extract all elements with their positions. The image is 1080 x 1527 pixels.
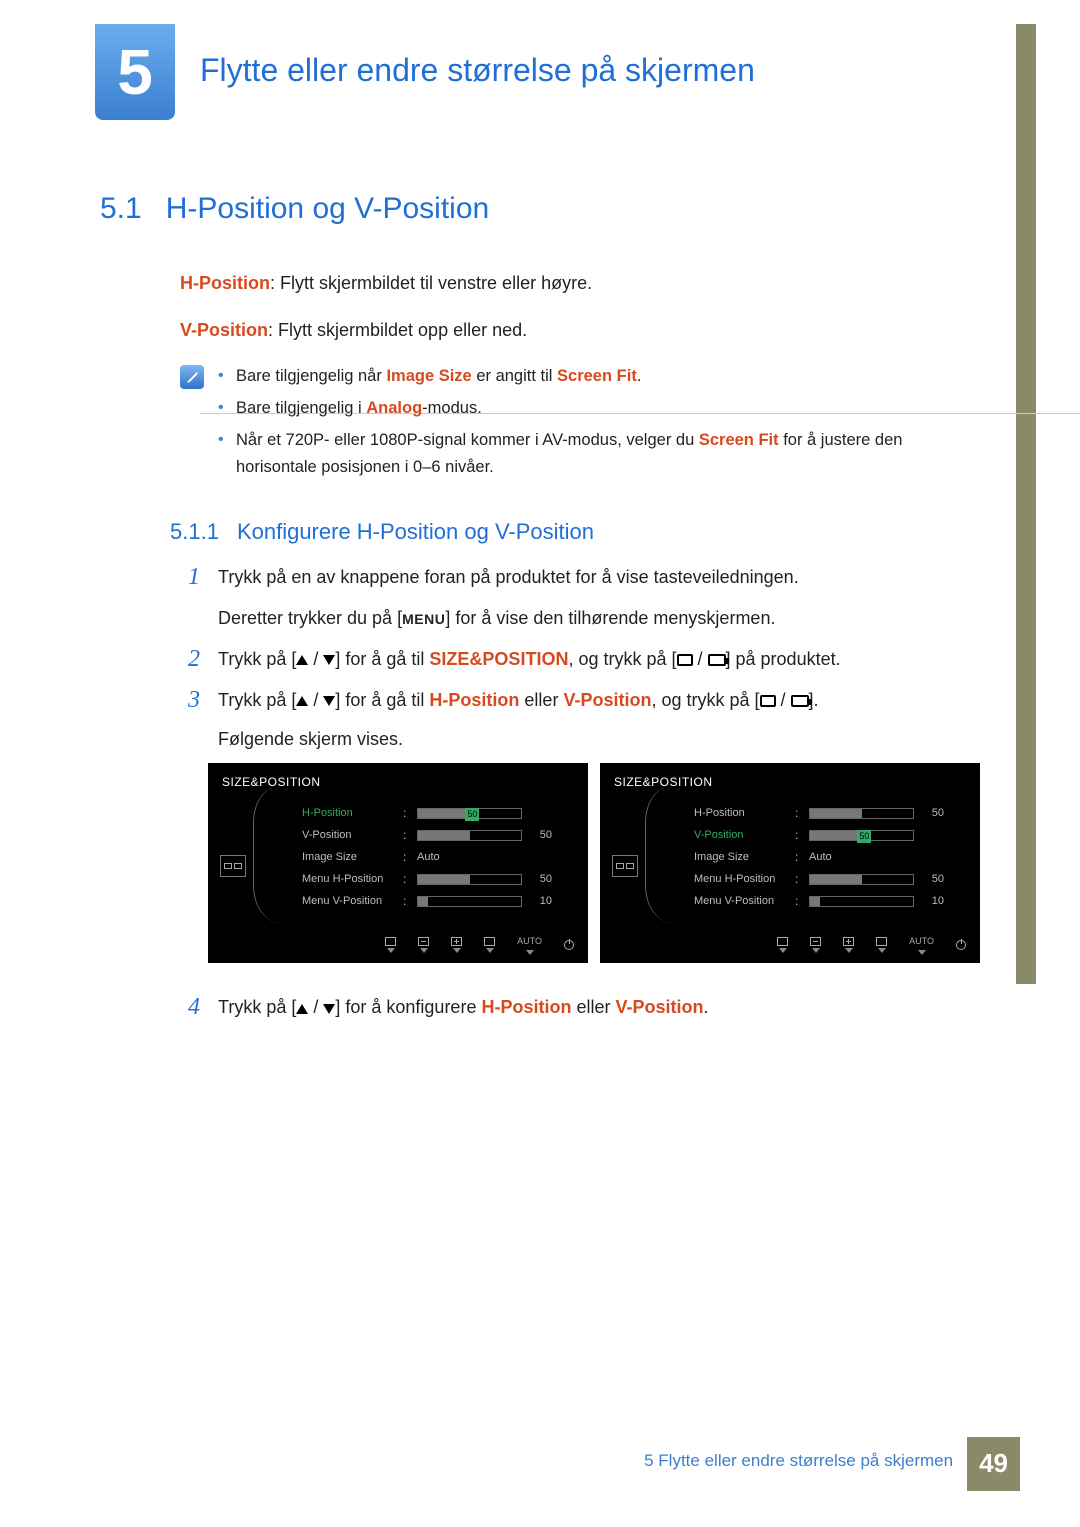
osd-item-imgsize: Image Size: Auto bbox=[302, 847, 574, 869]
hpos-desc: : Flytt skjermbildet til venstre eller h… bbox=[270, 273, 592, 293]
hpos-label: H-Position bbox=[180, 273, 270, 293]
slider-bar bbox=[417, 896, 522, 907]
osd-item-imgsize: Image Size: Auto bbox=[694, 847, 966, 869]
down-icon bbox=[323, 1004, 335, 1014]
note-list: Bare tilgjengelig når Image Size er angi… bbox=[218, 363, 980, 487]
chapter-title: Flytte eller endre størrelse på skjermen bbox=[200, 45, 755, 96]
osd-bottom-icons: AUTO bbox=[777, 934, 966, 955]
note-icon bbox=[180, 365, 204, 389]
vpos-desc: : Flytt skjermbildet opp eller ned. bbox=[268, 320, 527, 340]
subsection-title: Konfigurere H-Position og V-Position bbox=[237, 519, 594, 544]
decor-stripe bbox=[1016, 24, 1036, 984]
rect-icon bbox=[760, 695, 776, 707]
osd-items: H-Position: 50 V-Position: 50 Image Size… bbox=[694, 803, 966, 913]
subsection-number: 5.1.1 bbox=[170, 519, 219, 544]
osd-item-menuv: Menu V-Position: 10 bbox=[302, 891, 574, 913]
source-icon bbox=[791, 695, 809, 707]
osd-back-icon bbox=[777, 937, 788, 953]
osd-item-menuv: Menu V-Position: 10 bbox=[694, 891, 966, 913]
intro-vpos: V-Position: Flytt skjermbildet opp eller… bbox=[180, 316, 980, 345]
slider-bar bbox=[809, 808, 914, 819]
osd-enter-icon bbox=[876, 937, 887, 953]
intro-hpos: H-Position: Flytt skjermbildet til venst… bbox=[180, 269, 980, 298]
step-text: Trykk på [ / ] for å konfigurere H-Posit… bbox=[218, 993, 980, 1022]
osd-bottom-icons: AUTO bbox=[385, 934, 574, 955]
osd-items: H-Position: 50 V-Position: 50 Image Size… bbox=[302, 803, 574, 913]
chapter-badge: 5 bbox=[95, 24, 175, 120]
slider-bar bbox=[417, 874, 522, 885]
osd-power-icon bbox=[956, 940, 966, 950]
step-num: 4 bbox=[180, 993, 200, 1022]
slider-bar: 50 bbox=[417, 808, 522, 819]
osd-category-icon bbox=[220, 855, 246, 877]
page-number: 49 bbox=[967, 1437, 1020, 1491]
slider-bar: 50 bbox=[809, 830, 914, 841]
up-icon bbox=[296, 696, 308, 706]
body: H-Position: Flytt skjermbildet til venst… bbox=[180, 269, 980, 1022]
section-heading: 5.1 H-Position og V-Position bbox=[100, 185, 980, 233]
up-icon bbox=[296, 1004, 308, 1014]
osd-curve bbox=[645, 785, 673, 923]
osd-plus-icon bbox=[843, 937, 854, 953]
osd-auto-icon: AUTO bbox=[517, 934, 542, 955]
osd-auto-icon: AUTO bbox=[909, 934, 934, 955]
osd-enter-icon bbox=[484, 937, 495, 953]
note-1: Bare tilgjengelig når Image Size er angi… bbox=[218, 363, 980, 389]
slider-bar bbox=[809, 874, 914, 885]
source-icon bbox=[708, 654, 726, 666]
subsection-heading: 5.1.1 Konfigurere H-Position og V-Positio… bbox=[170, 514, 980, 549]
osd-back-icon bbox=[385, 937, 396, 953]
content: 5.1H-Position og V-Position H-Position: … bbox=[100, 185, 980, 1034]
info-callout: Bare tilgjengelig når Image Size er angi… bbox=[180, 363, 980, 487]
osd-item-menuh: Menu H-Position: 50 bbox=[694, 869, 966, 891]
step-2: 2 Trykk på [ / ] for å gå til SIZE&POSIT… bbox=[180, 645, 980, 674]
step-text: Trykk på [ / ] for å gå til SIZE&POSITIO… bbox=[218, 645, 980, 674]
page-footer: 5 Flytte eller endre størrelse på skjerm… bbox=[630, 1437, 1020, 1491]
step-num: 3 bbox=[180, 686, 200, 982]
vpos-label: V-Position bbox=[180, 320, 268, 340]
osd-left: SIZE&POSITION H-Position: 50 V-Position: bbox=[208, 763, 588, 963]
osd-item-vpos: V-Position: 50 bbox=[694, 825, 966, 847]
slider-bar bbox=[809, 896, 914, 907]
note-3: Når et 720P- eller 1080P-signal kommer i… bbox=[218, 427, 980, 480]
step-num: 1 bbox=[180, 563, 200, 633]
osd-item-hpos: H-Position: 50 bbox=[302, 803, 574, 825]
menu-key: MENU bbox=[402, 611, 445, 627]
down-icon bbox=[323, 655, 335, 665]
osd-right: SIZE&POSITION H-Position: 50 V-Position: bbox=[600, 763, 980, 963]
up-icon bbox=[296, 655, 308, 665]
step-3: 3 Trykk på [ / ] for å gå til H-Position… bbox=[180, 686, 980, 982]
chapter-number: 5 bbox=[117, 21, 153, 123]
osd-item-hpos: H-Position: 50 bbox=[694, 803, 966, 825]
down-icon bbox=[323, 696, 335, 706]
osd-minus-icon bbox=[418, 937, 429, 953]
osd-item-menuh: Menu H-Position: 50 bbox=[302, 869, 574, 891]
osd-item-vpos: V-Position: 50 bbox=[302, 825, 574, 847]
step-num: 2 bbox=[180, 645, 200, 674]
osd-power-icon bbox=[564, 940, 574, 950]
step-1: 1 Trykk på en av knappene foran på produ… bbox=[180, 563, 980, 633]
section-number: 5.1 bbox=[100, 192, 142, 225]
footer-text: 5 Flytte eller endre størrelse på skjerm… bbox=[630, 1437, 967, 1491]
slider-bar bbox=[417, 830, 522, 841]
osd-plus-icon bbox=[451, 937, 462, 953]
osd-category-icon bbox=[612, 855, 638, 877]
section-title: H-Position og V-Position bbox=[166, 192, 490, 225]
osd-row: SIZE&POSITION H-Position: 50 V-Position: bbox=[208, 763, 980, 963]
osd-minus-icon bbox=[810, 937, 821, 953]
rect-icon bbox=[677, 654, 693, 666]
note-2: Bare tilgjengelig i Analog-modus. bbox=[218, 395, 980, 421]
step-4: 4 Trykk på [ / ] for å konfigurere H-Pos… bbox=[180, 993, 980, 1022]
step-text: Trykk på en av knappene foran på produkt… bbox=[218, 563, 980, 633]
osd-curve bbox=[253, 785, 281, 923]
step-text: Trykk på [ / ] for å gå til H-Position e… bbox=[218, 686, 980, 982]
